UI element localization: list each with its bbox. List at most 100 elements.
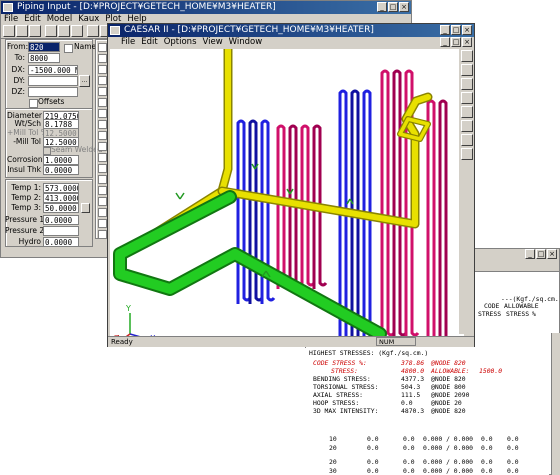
auxiliary-checkbox[interactable] — [98, 87, 107, 96]
model-viewport[interactable]: Y X Z — [110, 49, 464, 338]
report-scrollbar[interactable] — [551, 333, 560, 475]
table-cell: 0.000 / 0.000 — [423, 458, 474, 466]
dz-input[interactable] — [28, 87, 78, 97]
auxiliary-checkbox[interactable] — [98, 230, 107, 239]
dx-input[interactable]: -1500.000 MM — [28, 65, 78, 75]
copy-icon[interactable] — [58, 25, 70, 37]
auxiliary-checkbox[interactable] — [98, 197, 107, 206]
view-tool-icon[interactable] — [461, 50, 473, 62]
temp-expand-button[interactable] — [81, 203, 90, 213]
table-cell: 0.0 — [481, 458, 493, 466]
view-tool-icon[interactable] — [461, 92, 473, 104]
child-close-button[interactable]: × — [462, 37, 472, 47]
auxiliary-checkbox[interactable] — [98, 120, 107, 129]
maximize-button[interactable]: □ — [388, 2, 398, 12]
temp1-input[interactable]: 573.0000 — [43, 183, 79, 193]
caesar-minimize-button[interactable]: _ — [440, 25, 450, 35]
auxiliary-checkbox[interactable] — [98, 76, 107, 85]
auxiliary-checkbox[interactable] — [98, 43, 107, 52]
cut-icon[interactable] — [45, 25, 57, 37]
child-minimize-button[interactable]: _ — [440, 37, 450, 47]
view-tool-icon[interactable] — [461, 64, 473, 76]
open-icon[interactable] — [16, 25, 28, 37]
pressure1-input[interactable]: 0.0000 — [43, 215, 79, 225]
corrosion-input[interactable]: 1.0000 — [43, 155, 79, 165]
auxiliary-checkbox[interactable] — [98, 142, 107, 151]
table-cell: 10 — [329, 435, 337, 443]
pi-menu-kaux[interactable]: Kaux — [78, 14, 99, 25]
stress-row-label: TORSIONAL STRESS: — [313, 383, 379, 391]
table-cell: 0.0 — [403, 444, 415, 452]
view-tool-icon[interactable] — [461, 134, 473, 146]
cz-menu-view[interactable]: View — [203, 37, 223, 48]
table-cell: 30 — [329, 467, 337, 475]
temp3-input[interactable]: 50.0000 — [43, 203, 79, 213]
cz-menu-window[interactable]: Window — [229, 37, 263, 48]
save-icon[interactable] — [29, 25, 41, 37]
child-restore-button[interactable]: □ — [451, 37, 461, 47]
caesar-close-button[interactable]: × — [462, 25, 472, 35]
report-minimize-button[interactable]: _ — [525, 249, 535, 259]
temp2-input[interactable]: 413.0000 — [43, 193, 79, 203]
to-input[interactable]: 8000 — [28, 53, 60, 63]
auxiliary-checkbox[interactable] — [98, 54, 107, 63]
stress-label: STRESS: — [331, 367, 358, 375]
from-input[interactable]: 820 — [28, 42, 60, 52]
auxiliary-checkbox[interactable] — [98, 65, 107, 74]
close-button[interactable]: × — [399, 2, 409, 12]
view-tool-icon[interactable] — [461, 106, 473, 118]
view-tool-icon[interactable] — [461, 78, 473, 90]
auxiliary-checkbox[interactable] — [98, 98, 107, 107]
table-cell: 20 — [329, 444, 337, 452]
dy-input[interactable] — [28, 76, 78, 86]
allowable-label: ALLOWABLE: — [431, 367, 470, 375]
to-label: To: — [14, 53, 25, 62]
table-cell: 0.0 — [507, 458, 519, 466]
table-cell: 0.0 — [481, 467, 493, 475]
offsets-checkbox[interactable] — [29, 99, 38, 108]
paste-icon[interactable] — [71, 25, 83, 37]
auxiliary-checkbox[interactable] — [98, 131, 107, 140]
stress-value: 4800.0 — [401, 367, 425, 375]
browse-button[interactable]: ... — [79, 75, 90, 87]
milltol-minus-label: -Mill Tol — [13, 137, 41, 146]
auxiliary-checkbox[interactable] — [98, 109, 107, 118]
cz-menu-file[interactable]: File — [121, 37, 135, 48]
table-cell: 20 — [329, 458, 337, 466]
insul-input[interactable]: 0.0000 — [43, 165, 79, 175]
table-cell: 0.0 — [403, 467, 415, 475]
auxiliary-checkbox[interactable] — [98, 219, 107, 228]
report-close-button[interactable]: × — [547, 249, 557, 259]
cz-menu-edit[interactable]: Edit — [141, 37, 157, 48]
caesar-maximize-button[interactable]: □ — [451, 25, 461, 35]
caesar-menubar: File Edit Options View Window — [108, 37, 474, 48]
name-checkbox[interactable] — [64, 44, 73, 53]
view-tool-icon[interactable] — [461, 120, 473, 132]
auxiliary-checkbox[interactable] — [98, 153, 107, 162]
auxiliary-checkbox[interactable] — [98, 175, 107, 184]
pressure1-label: Pressure 1: — [5, 215, 47, 224]
hydro-input[interactable]: 0.0000 — [43, 237, 79, 247]
view-tool-icon[interactable] — [461, 148, 473, 160]
pi-menu-edit[interactable]: Edit — [24, 14, 40, 25]
caesar-titlebar[interactable]: CAESAR II - [D:¥PROJECT¥GETECH_HOME¥M3¥H… — [108, 24, 474, 37]
insul-label: Insul Thk — [7, 165, 41, 174]
temp1-label: Temp 1: — [11, 183, 41, 192]
new-icon[interactable] — [3, 25, 15, 37]
pi-menu-file[interactable]: File — [4, 14, 18, 25]
minimize-button[interactable]: _ — [377, 2, 387, 12]
dx-label: DX: — [11, 65, 25, 74]
auxiliary-checkbox[interactable] — [98, 186, 107, 195]
cz-menu-options[interactable]: Options — [164, 37, 197, 48]
temp2-label: Temp 2: — [11, 193, 41, 202]
table-cell: 0.000 / 0.000 — [423, 435, 474, 443]
code-stress-node: @NODE 820 — [431, 359, 466, 367]
auxiliary-checkbox[interactable] — [98, 208, 107, 217]
tool-icon[interactable] — [87, 25, 99, 37]
pi-menu-model[interactable]: Model — [47, 14, 73, 25]
auxiliary-checkbox[interactable] — [98, 164, 107, 173]
report-maximize-button[interactable]: □ — [536, 249, 546, 259]
piping-input-titlebar[interactable]: Piping Input - [D:¥PROJECT¥GETECH_HOME¥M… — [1, 1, 411, 14]
pressure2-input[interactable] — [43, 226, 79, 236]
from-label: From: — [7, 42, 29, 51]
